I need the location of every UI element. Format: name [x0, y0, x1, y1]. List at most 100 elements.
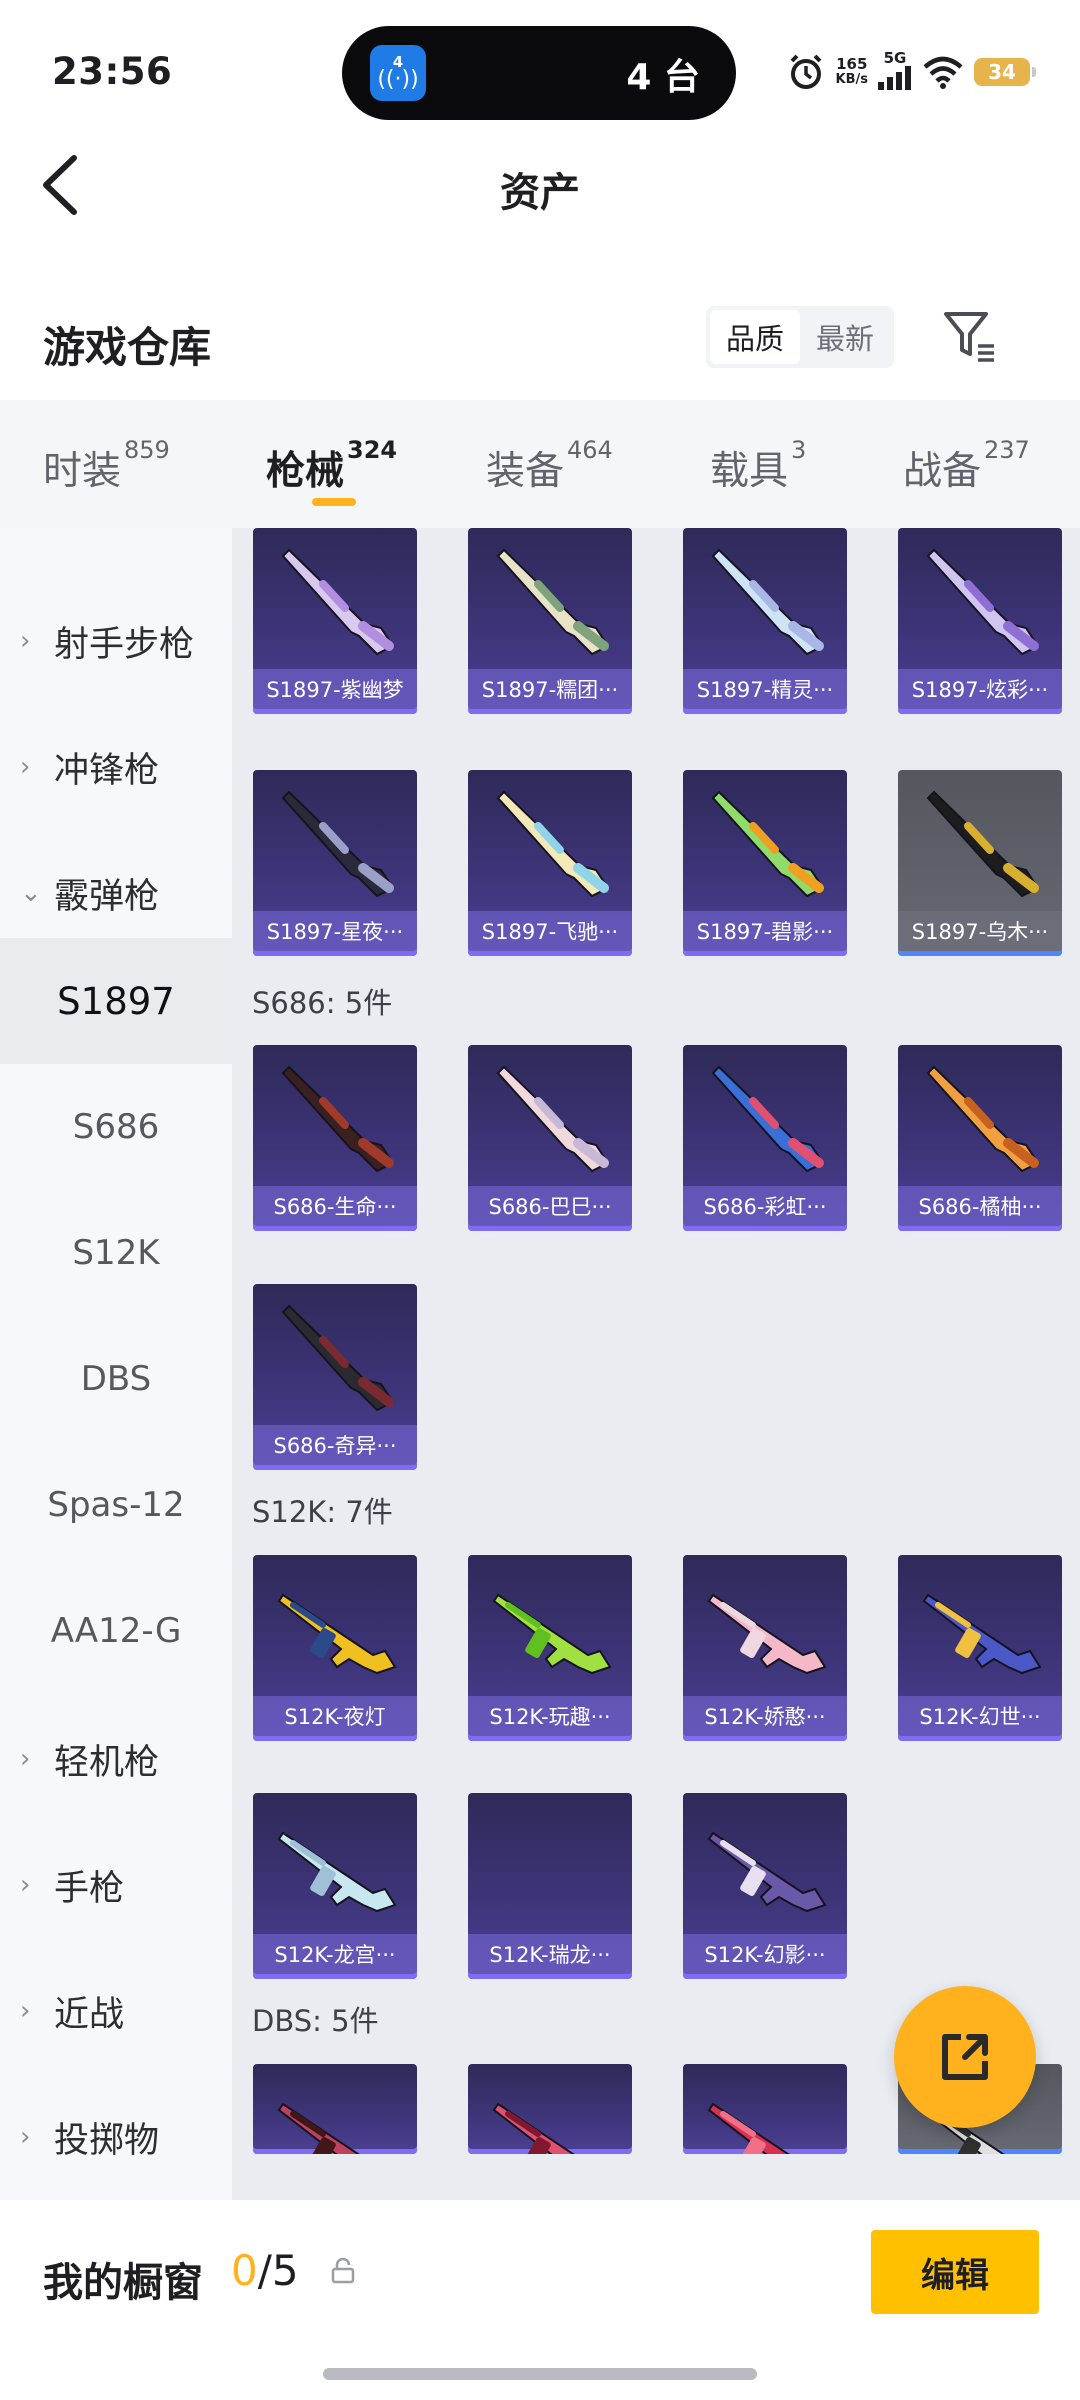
- sidebar-item-spas12[interactable]: Spas-12: [0, 1442, 232, 1568]
- weapon-category-sidebar: › 射手步枪 › 冲锋枪 ⌄ 霰弹枪 S1897 S686 S12K DBS Spas…: [0, 528, 232, 2200]
- tab-active-indicator: [312, 498, 356, 506]
- weapon-card[interactable]: S686-生命···: [253, 1045, 417, 1231]
- sidebar-item-s1897[interactable]: S1897: [0, 938, 232, 1064]
- weapon-card-label: S686-奇异···: [253, 1425, 417, 1465]
- tab-vehicles[interactable]: 载具 3: [710, 436, 806, 496]
- weapon-card[interactable]: S1897-炫彩···: [898, 528, 1062, 714]
- weapon-skin-image: [281, 1065, 395, 1173]
- chevron-right-icon: ›: [20, 2122, 31, 2152]
- weapon-skin-image: [711, 1065, 825, 1173]
- weapon-card[interactable]: S1897-精灵···: [683, 528, 847, 714]
- sidebar-group-throwable[interactable]: › 投掷物: [0, 2074, 232, 2200]
- chevron-right-icon: ›: [20, 1996, 31, 2026]
- weapon-card[interactable]: S12K-娇憨···: [683, 1555, 847, 1741]
- net-speed: 165 KB/s: [835, 55, 868, 88]
- share-external-icon: [942, 2034, 988, 2080]
- weapon-card-label: S12K-幻影···: [683, 1934, 847, 1974]
- weapon-skin-image: [281, 790, 395, 898]
- sidebar-group-smg[interactable]: › 冲锋枪: [0, 704, 232, 830]
- weapon-skin-image: [707, 2102, 790, 2154]
- weapon-card[interactable]: S1897-糯团···: [468, 528, 632, 714]
- share-button[interactable]: [894, 1986, 1036, 2128]
- weapon-card[interactable]: S1897-紫幽梦: [253, 528, 417, 714]
- weapon-card[interactable]: S12K-龙宫···: [253, 1793, 417, 1979]
- lock-icon: [331, 2258, 355, 2284]
- showcase-count: 0/5: [231, 2246, 299, 2295]
- battery-indicator: 34: [974, 58, 1036, 86]
- weapon-card[interactable]: S12K-幻世···: [898, 1555, 1062, 1741]
- weapon-card-label: S1897-炫彩···: [898, 669, 1062, 709]
- weapon-card-label: S1897-紫幽梦: [253, 669, 417, 709]
- status-icons: 165 KB/s 5G 34: [786, 48, 1036, 96]
- weapon-card-label: S1897-碧影···: [683, 911, 847, 951]
- section-header-s686: S686: 5件: [252, 986, 393, 1020]
- sort-option-quality[interactable]: 品质: [710, 310, 800, 364]
- section-header-dbs: DBS: 5件: [252, 2004, 379, 2038]
- weapon-card[interactable]: S1897-乌木···: [898, 770, 1062, 956]
- category-tabs: 时装 859 枪械 324 装备 464 载具 3 战备 237: [0, 400, 1080, 528]
- weapon-card[interactable]: S1897-星夜···: [253, 770, 417, 956]
- signal-bars-icon: [878, 66, 911, 90]
- sidebar-item-s12k[interactable]: S12K: [0, 1190, 232, 1316]
- weapon-card[interactable]: S12K-瑞龙···: [468, 1793, 632, 1979]
- weapon-skin-image: [707, 1831, 827, 1913]
- edit-button[interactable]: 编辑: [871, 2230, 1039, 2314]
- section-header-s12k: S12K: 7件: [252, 1495, 393, 1529]
- weapon-skin-image: [492, 2102, 575, 2154]
- wifi-icon: [923, 56, 963, 89]
- section-title: 游戏仓库: [43, 323, 212, 372]
- weapon-card[interactable]: S12K-幻影···: [683, 1793, 847, 1979]
- weapon-card[interactable]: S12K-玩趣···: [468, 1555, 632, 1741]
- sidebar-item-aa12g[interactable]: AA12-G: [0, 1568, 232, 1694]
- weapon-skin-image: [277, 1593, 397, 1675]
- alarm-icon: [790, 54, 821, 89]
- weapon-card-label: S12K-龙宫···: [253, 1934, 417, 1974]
- tab-fashion[interactable]: 时装 859: [43, 436, 170, 496]
- dynamic-island[interactable]: 4 ((·)) 4 台: [342, 26, 736, 120]
- sidebar-item-s686[interactable]: S686: [0, 1064, 232, 1190]
- weapon-skin-image: [492, 1593, 612, 1675]
- tab-firearms[interactable]: 枪械 324: [266, 436, 397, 496]
- weapon-skin-image: [496, 1065, 610, 1173]
- weapon-card-label: S686-巴巳···: [468, 1186, 632, 1226]
- weapon-card[interactable]: S686-奇异···: [253, 1284, 417, 1470]
- home-indicator[interactable]: [323, 2368, 757, 2380]
- chevron-down-icon: ⌄: [20, 878, 42, 908]
- tab-supplies[interactable]: 战备 237: [903, 436, 1030, 496]
- sidebar-group-marksman[interactable]: › 射手步枪: [0, 578, 232, 704]
- sidebar-item-dbs[interactable]: DBS: [0, 1316, 232, 1442]
- sidebar-group-pistol[interactable]: › 手枪: [0, 1822, 232, 1948]
- weapon-skin-image: [707, 1593, 827, 1675]
- weapon-card-label: S12K-玩趣···: [468, 1696, 632, 1736]
- tab-equipment[interactable]: 装备 464: [486, 436, 613, 496]
- weapon-card[interactable]: [253, 2064, 417, 2154]
- weapon-card[interactable]: S1897-飞驰···: [468, 770, 632, 956]
- sidebar-group-melee[interactable]: › 近战: [0, 1948, 232, 2074]
- weapon-card-label: S1897-星夜···: [253, 911, 417, 951]
- weapon-card[interactable]: [468, 2064, 632, 2154]
- weapon-skin-image: [922, 1593, 1042, 1675]
- weapon-skin-image: [926, 1065, 1040, 1173]
- weapon-card-label: S12K-夜灯: [253, 1696, 417, 1736]
- sort-toggle[interactable]: 品质 最新: [706, 306, 894, 368]
- weapon-skin-image: [926, 548, 1040, 656]
- chevron-right-icon: ›: [20, 752, 31, 782]
- weapon-skin-image: [281, 1304, 395, 1412]
- weapon-card[interactable]: S686-橘柚···: [898, 1045, 1062, 1231]
- sort-option-newest[interactable]: 最新: [800, 310, 890, 364]
- weapon-card[interactable]: [683, 2064, 847, 2154]
- weapon-card[interactable]: S686-巴巳···: [468, 1045, 632, 1231]
- weapon-card[interactable]: S686-彩虹···: [683, 1045, 847, 1231]
- weapon-card-label: S12K-娇憨···: [683, 1696, 847, 1736]
- weapon-skin-image: [926, 790, 1040, 898]
- weapon-card[interactable]: S1897-碧影···: [683, 770, 847, 956]
- weapon-card[interactable]: S12K-夜灯: [253, 1555, 417, 1741]
- page-title: 资产: [500, 170, 580, 216]
- chevron-right-icon: ›: [20, 1744, 31, 1774]
- sidebar-group-lmg[interactable]: › 轻机枪: [0, 1696, 232, 1822]
- weapon-card-label: S1897-精灵···: [683, 669, 847, 709]
- weapon-card-label: S12K-幻世···: [898, 1696, 1062, 1736]
- weapon-skin-image: [281, 548, 395, 656]
- filter-icon[interactable]: [942, 308, 996, 362]
- app-broadcast-icon: 4 ((·)): [370, 45, 426, 101]
